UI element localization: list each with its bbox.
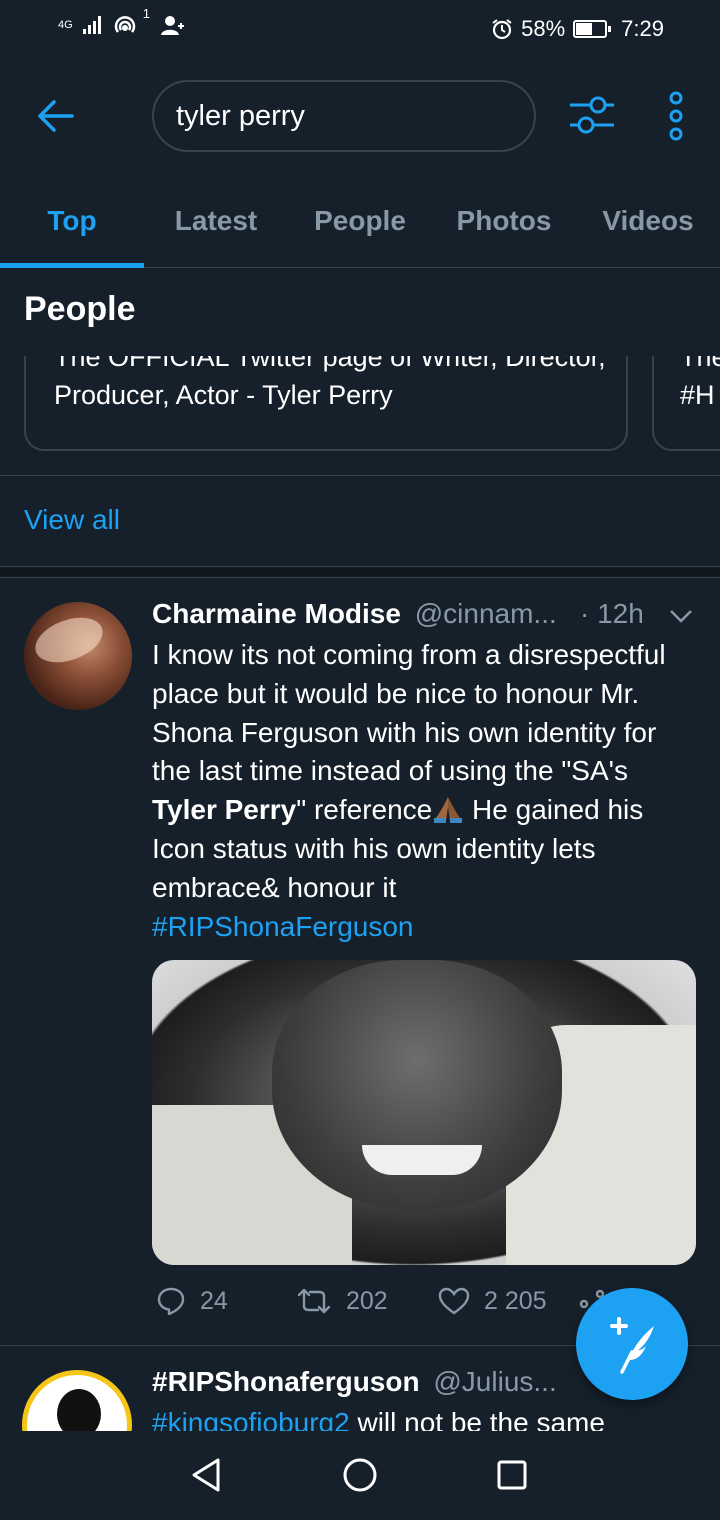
more-options-button[interactable] bbox=[662, 90, 690, 142]
clock: 7:29 bbox=[621, 16, 664, 41]
tab-photos[interactable]: Photos bbox=[432, 174, 576, 268]
notification-count: 1 bbox=[142, 5, 150, 21]
people-section-title: People bbox=[24, 290, 136, 328]
back-button[interactable] bbox=[32, 92, 80, 140]
view-all-link[interactable]: View all bbox=[24, 504, 120, 536]
tab-latest[interactable]: Latest bbox=[144, 174, 288, 268]
reply-count: 24 bbox=[200, 1286, 228, 1315]
section-divider bbox=[0, 566, 720, 578]
tweet-text-part: will not be the same bbox=[349, 1407, 605, 1431]
tweet-text-part: " reference bbox=[296, 794, 433, 826]
people-card[interactable]: The #H bbox=[652, 356, 720, 451]
people-card-bio: The #H bbox=[680, 356, 720, 410]
divider bbox=[0, 475, 720, 476]
tweet[interactable]: Charmaine Modise @cinnam... · 12h I know… bbox=[0, 578, 720, 1344]
status-bar: 4G 1 58% 7:29 bbox=[0, 0, 720, 62]
compose-feather-icon bbox=[610, 1317, 654, 1374]
signal-icon bbox=[82, 16, 101, 34]
image-detail bbox=[362, 1145, 482, 1175]
arrow-left-icon bbox=[38, 100, 74, 132]
people-card[interactable]: The OFFICIAL Twitter page of Writer, Dir… bbox=[24, 356, 628, 451]
tweet-author-name[interactable]: #RIPShonaferguson bbox=[152, 1366, 420, 1397]
search-tabs: Top Latest People Photos Videos bbox=[0, 174, 720, 268]
tweet-header: Charmaine Modise @cinnam... · 12h bbox=[152, 598, 698, 638]
hotspot-icon bbox=[114, 16, 135, 33]
tweet-author-name[interactable]: Charmaine Modise bbox=[152, 598, 401, 629]
reply-icon bbox=[157, 1287, 185, 1316]
praying-hands-emoji-icon bbox=[434, 797, 463, 824]
tweet-header: #RIPShonaferguson @Julius... bbox=[152, 1366, 557, 1398]
chevron-down-icon[interactable] bbox=[668, 606, 694, 626]
reply-button[interactable]: 24 bbox=[156, 1286, 228, 1316]
tweet-author-handle[interactable]: @cinnam... bbox=[415, 598, 557, 629]
tweet-author-handle[interactable]: @Julius... bbox=[433, 1366, 556, 1397]
home-circle-icon[interactable] bbox=[342, 1457, 378, 1493]
status-left: 4G 1 bbox=[58, 6, 184, 36]
avatar[interactable] bbox=[24, 602, 132, 710]
retweet-icon bbox=[297, 1288, 331, 1314]
people-carousel[interactable]: The OFFICIAL Twitter page of Writer, Dir… bbox=[0, 356, 720, 452]
heart-icon bbox=[438, 1287, 470, 1315]
battery-icon bbox=[573, 20, 612, 38]
system-nav-bar bbox=[0, 1431, 720, 1520]
retweet-button[interactable]: 202 bbox=[296, 1286, 388, 1316]
search-filter-button[interactable] bbox=[566, 92, 618, 138]
search-header: tyler perry bbox=[0, 62, 720, 174]
compose-tweet-button[interactable] bbox=[576, 1288, 688, 1400]
like-count: 2 205 bbox=[484, 1286, 547, 1315]
sliders-icon bbox=[570, 96, 614, 134]
alarm-icon bbox=[492, 19, 512, 40]
people-card-bio: The OFFICIAL Twitter page of Writer, Dir… bbox=[54, 356, 606, 410]
battery-percent: 58% bbox=[521, 16, 566, 41]
vertical-dots-icon bbox=[669, 91, 683, 141]
tab-people[interactable]: People bbox=[288, 174, 432, 268]
tweet-timestamp: · 12h bbox=[580, 598, 644, 629]
search-query: tyler perry bbox=[176, 99, 305, 132]
back-triangle-icon[interactable] bbox=[190, 1457, 222, 1493]
hashtag-link[interactable]: #RIPShonaFerguson bbox=[152, 911, 414, 942]
network-indicator: 4G bbox=[58, 18, 73, 31]
retweet-count: 202 bbox=[346, 1286, 388, 1315]
search-input[interactable]: tyler perry bbox=[152, 80, 536, 152]
tab-top[interactable]: Top bbox=[0, 174, 144, 268]
tab-videos[interactable]: Videos bbox=[576, 174, 720, 268]
tweet-text: I know its not coming from a disrespectf… bbox=[152, 636, 698, 946]
hashtag-link[interactable]: #kingsofjoburg2 bbox=[152, 1407, 350, 1431]
tweet-image[interactable] bbox=[152, 960, 696, 1265]
like-button[interactable]: 2 205 bbox=[438, 1286, 547, 1316]
avatar[interactable] bbox=[22, 1370, 132, 1431]
person-add-icon bbox=[160, 16, 184, 35]
network-type: 4G bbox=[58, 18, 73, 31]
status-right: 58% 7:29 bbox=[491, 16, 664, 42]
tweet-text-highlight: Tyler Perry bbox=[152, 794, 297, 826]
tweet-text: #kingsofjoburg2 will not be the same bbox=[152, 1404, 605, 1431]
recents-square-icon[interactable] bbox=[496, 1459, 528, 1491]
tweet-text-part: I know its not coming from a disrespectf… bbox=[152, 639, 666, 787]
